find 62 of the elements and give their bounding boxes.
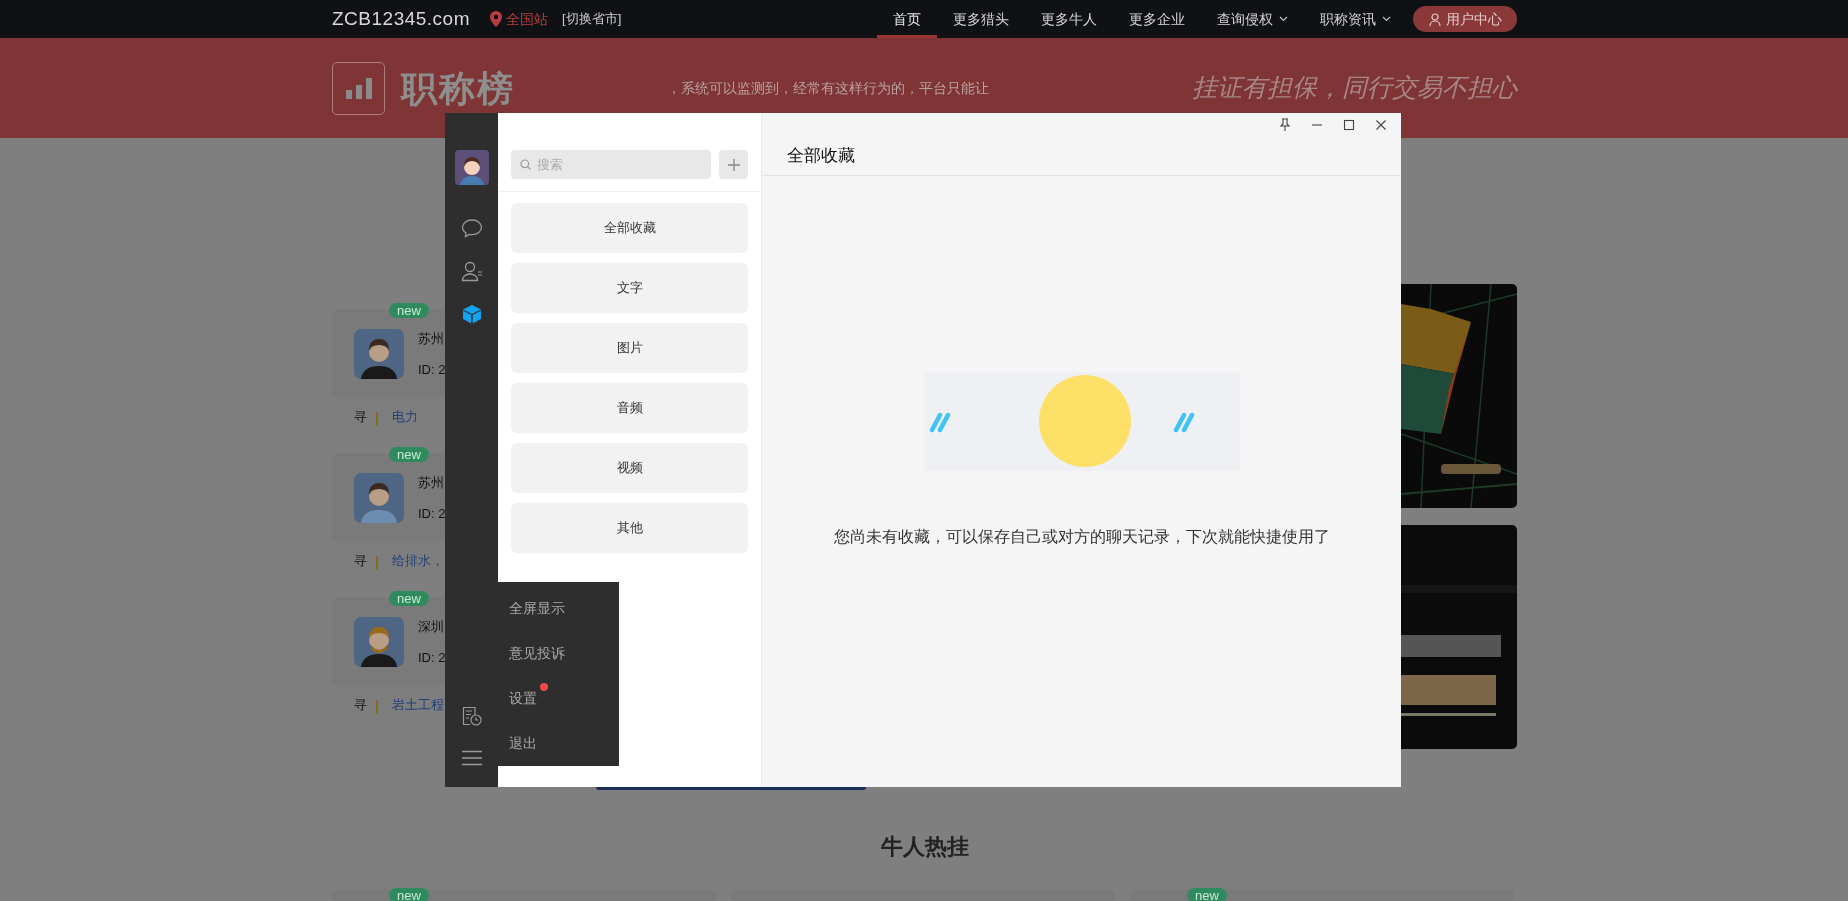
avatar bbox=[354, 329, 404, 379]
category-button[interactable]: 视频 bbox=[511, 443, 748, 493]
empty-message: 您尚未有收藏，可以保存自己或对方的聊天记录，下次就能快捷使用了 bbox=[833, 527, 1330, 547]
divider bbox=[376, 556, 378, 570]
new-badge: new bbox=[389, 591, 429, 606]
new-badge: new bbox=[389, 447, 429, 462]
profile-id: ID: 2 bbox=[418, 649, 446, 667]
divider bbox=[376, 700, 378, 714]
avatar[interactable] bbox=[454, 150, 489, 185]
profile-id: ID: 2 bbox=[418, 505, 446, 523]
search-icon bbox=[520, 159, 531, 170]
divider bbox=[376, 412, 378, 426]
switch-city-link[interactable]: [切换省市] bbox=[562, 9, 622, 29]
profile-name: 苏州 bbox=[418, 474, 444, 492]
menu-item[interactable]: 全屏显示 bbox=[498, 597, 565, 642]
menu-item[interactable]: 退出 bbox=[498, 732, 537, 777]
category-button[interactable]: 文字 bbox=[511, 263, 748, 313]
site-logo[interactable]: ZCB12345.com bbox=[332, 4, 470, 34]
category-button[interactable]: 全部收藏 bbox=[511, 203, 748, 253]
profile-id: ID: 2 bbox=[418, 361, 446, 379]
slogan: 挂证有担保，同行交易不担心 bbox=[1192, 72, 1517, 104]
panel-title: 全部收藏 bbox=[762, 137, 1401, 176]
site-title: 职称榜 bbox=[401, 66, 515, 111]
location-pin-icon bbox=[490, 11, 502, 27]
category-button[interactable]: 图片 bbox=[511, 323, 748, 373]
category-button[interactable]: 其他 bbox=[511, 503, 748, 553]
new-badge: new bbox=[1187, 888, 1227, 901]
contacts-icon[interactable] bbox=[460, 260, 483, 282]
menu-item[interactable]: 意见投诉 bbox=[498, 642, 565, 687]
category-button[interactable]: 音频 bbox=[511, 383, 748, 433]
maximize-icon[interactable] bbox=[1342, 118, 1356, 132]
nav-link[interactable]: 更多猎头 bbox=[937, 0, 1025, 38]
profile-name: 苏州 bbox=[418, 330, 444, 348]
avatar bbox=[354, 473, 404, 523]
plus-icon bbox=[727, 158, 740, 171]
profile-name: 深圳 bbox=[418, 618, 444, 636]
seek-label: 寻 bbox=[354, 695, 367, 714]
section-title: 牛人热挂 bbox=[879, 833, 970, 861]
user-icon bbox=[1428, 12, 1441, 26]
history-icon[interactable] bbox=[461, 706, 482, 726]
seek-label: 寻 bbox=[354, 407, 367, 426]
nav-link[interactable]: 职称资讯 bbox=[1304, 0, 1407, 38]
caret-down-icon bbox=[1382, 16, 1391, 22]
close-icon[interactable] bbox=[1374, 118, 1388, 132]
pin-icon[interactable] bbox=[1278, 118, 1292, 132]
nav-link[interactable]: 更多牛人 bbox=[1025, 0, 1113, 38]
chat-icon[interactable] bbox=[460, 218, 483, 238]
nav-link[interactable]: 查询侵权 bbox=[1201, 0, 1304, 38]
nav-link[interactable]: 更多企业 bbox=[1113, 0, 1201, 38]
notice-text: ，系统可以监测到，经常有这样行为的，平台只能让 bbox=[667, 78, 989, 98]
menu-icon[interactable] bbox=[461, 750, 482, 766]
avatar bbox=[354, 617, 404, 667]
new-badge: new bbox=[389, 888, 429, 901]
cube-icon[interactable] bbox=[461, 304, 482, 324]
caret-down-icon bbox=[1279, 16, 1288, 22]
notification-dot bbox=[540, 683, 548, 691]
menu-item[interactable]: 设置 bbox=[498, 687, 548, 732]
bar-chart-icon bbox=[345, 77, 372, 99]
new-badge: new bbox=[389, 303, 429, 318]
user-center-button[interactable]: 用户中心 bbox=[1413, 6, 1517, 32]
search-field[interactable]: 搜索 bbox=[511, 150, 711, 179]
seek-label: 寻 bbox=[354, 551, 367, 570]
